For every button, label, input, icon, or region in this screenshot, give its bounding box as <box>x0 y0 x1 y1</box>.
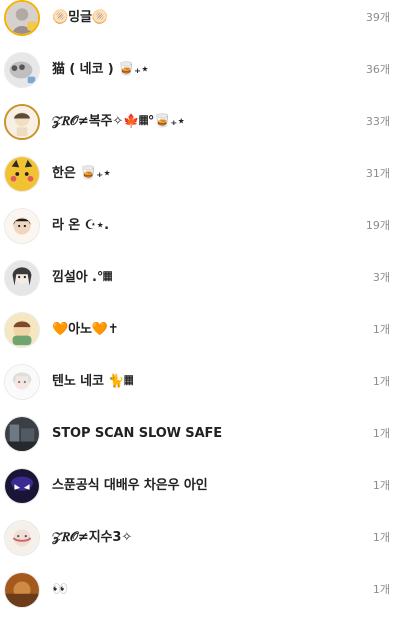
face-mask-icon[interactable] <box>4 468 40 504</box>
list-item-count: 33개 <box>365 115 390 128</box>
list-item-name: STOP SCAN SLOW SAFE <box>52 426 223 441</box>
anime-white-hair-icon[interactable] <box>4 364 40 400</box>
cartoon-face-icon[interactable] <box>4 208 40 244</box>
list-item-name: 낌설아 .°𝄜 <box>52 270 112 285</box>
list-item[interactable]: 𝒵𝑅𝒪≠복주✧🍁𝄜°🥃₊⋆ 33개 <box>0 104 397 156</box>
sketch-face-icon[interactable] <box>4 520 40 556</box>
list-item-count: 36개 <box>365 63 390 76</box>
list-item-name: 텐노 네코 🐈𝄜 <box>52 374 133 389</box>
list-item-name: 🫓밍글🫓 <box>52 10 108 25</box>
list-item-count: 1개 <box>372 479 390 492</box>
list-item[interactable]: 텐노 네코 🐈𝄜 1개 <box>0 364 397 416</box>
list-item-count: 1개 <box>372 583 390 596</box>
list-item-count: 31개 <box>365 167 390 180</box>
brown-photo-icon[interactable] <box>4 572 40 608</box>
cat-photo-icon[interactable] <box>4 52 40 88</box>
list-item[interactable]: 猫 ( 네코 ) 🥃₊⋆ 36개 <box>0 52 397 104</box>
list-item[interactable]: 🫓밍글🫓 39개 <box>0 0 397 52</box>
anime-girl-icon[interactable] <box>4 260 40 296</box>
anime-photo-icon[interactable] <box>4 104 40 140</box>
list-item[interactable]: STOP SCAN SLOW SAFE 1개 <box>0 416 397 468</box>
list-item-name: 𝒵𝑅𝒪≠지수3✧ <box>52 530 133 545</box>
list-item-name: 라 온 ☪︎⋆. <box>52 218 110 233</box>
list-item-name: 한은 🥃₊⋆ <box>52 166 112 181</box>
list-item[interactable]: 낌설아 .°𝄜 3개 <box>0 260 397 312</box>
list-item-count: 1개 <box>372 323 390 336</box>
list-item-count: 1개 <box>372 531 390 544</box>
dark-photo-icon[interactable] <box>4 416 40 452</box>
list-item-count: 3개 <box>372 271 390 284</box>
pikachu-photo-icon[interactable] <box>4 156 40 192</box>
list-item[interactable]: 한은 🥃₊⋆ 31개 <box>0 156 397 208</box>
list-item-count: 19개 <box>365 219 390 232</box>
list-item-name: 猫 ( 네코 ) 🥃₊⋆ <box>52 62 149 77</box>
list-item-count: 1개 <box>372 427 390 440</box>
list-item-name: 𝒵𝑅𝒪≠복주✧🍁𝄜°🥃₊⋆ <box>52 114 186 129</box>
list-item-name: 스푼공식 대배우 차은우 아인 <box>52 478 208 493</box>
list-item[interactable]: 🧡아노🧡✝ 1개 <box>0 312 397 364</box>
list-item-name: 👀 <box>52 582 69 597</box>
cartoon-character-icon[interactable] <box>4 312 40 348</box>
user-list: 🫓밍글🫓 39개 猫 ( 네코 ) 🥃₊⋆ 36개 𝒵𝑅𝒪≠복주✧🍁𝄜°🥃₊⋆ … <box>0 0 397 615</box>
list-item[interactable]: 스푼공식 대배우 차은우 아인 1개 <box>0 468 397 520</box>
list-item-count: 1개 <box>372 375 390 388</box>
list-item-name: 🧡아노🧡✝ <box>52 322 119 337</box>
list-item-count: 39개 <box>365 11 390 24</box>
list-item[interactable]: 라 온 ☪︎⋆. 19개 <box>0 208 397 260</box>
list-item[interactable]: 𝒵𝑅𝒪≠지수3✧ 1개 <box>0 520 397 572</box>
user-photo-icon[interactable] <box>4 0 40 36</box>
list-item[interactable]: 👀 1개 <box>0 572 397 624</box>
